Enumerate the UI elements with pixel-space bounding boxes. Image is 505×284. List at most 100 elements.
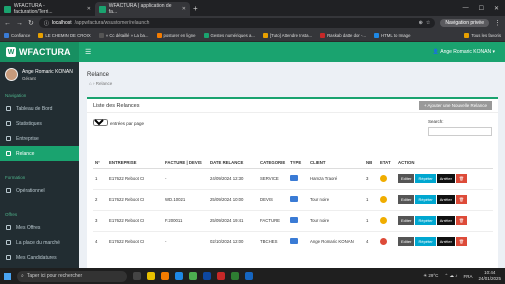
close-tab-icon[interactable]: ✕ <box>87 6 91 12</box>
email-icon <box>290 217 298 223</box>
bookmark-item[interactable]: Gestes numériques a... <box>203 33 255 39</box>
delete-button[interactable]: 🗑 <box>455 216 467 225</box>
close-tab-icon[interactable]: ✕ <box>182 6 186 12</box>
section-title: Navigation <box>5 93 27 98</box>
page-size-select[interactable]: 10 <box>93 119 108 126</box>
forward-icon[interactable]: → <box>16 20 23 27</box>
maximize-icon[interactable]: ☐ <box>479 5 484 12</box>
search-input[interactable] <box>428 127 492 136</box>
firefox-icon[interactable] <box>161 272 169 280</box>
building-icon <box>6 136 11 141</box>
zoom-icon[interactable]: ⊕ <box>419 20 423 26</box>
status-icon <box>380 237 387 245</box>
reload-icon[interactable]: ↻ <box>28 19 34 27</box>
all-bookmarks[interactable]: Tous les favoris <box>464 33 501 39</box>
sidebar-item-market[interactable]: La place du marché <box>0 235 79 250</box>
app-header: W WFACTURA ☰ 👤 Ange Romaric KONAN ▾ <box>0 42 505 62</box>
sidebar-item-operational[interactable]: Opérationnel <box>0 183 79 198</box>
stop-button[interactable]: Arrêter <box>436 174 455 183</box>
bookmark-item[interactable]: Raskab datte dor -... <box>320 33 366 39</box>
language-indicator[interactable]: FRA <box>463 274 472 279</box>
panel-title: Liste des Relances <box>93 102 140 109</box>
minimize-icon[interactable]: — <box>463 5 469 12</box>
browser-tab-1[interactable]: WFACTURA - facturation/Terri... ✕ <box>0 2 95 16</box>
section-title: Formation <box>5 175 26 180</box>
logo-icon: W <box>6 47 16 57</box>
edge-icon[interactable] <box>175 272 183 280</box>
delete-button[interactable]: 🗑 <box>455 174 467 183</box>
word-icon[interactable] <box>245 272 253 280</box>
add-relance-button[interactable]: + Ajouter une Nouvelle Relance <box>418 101 492 110</box>
bookmark-item[interactable]: Confiance <box>4 33 30 39</box>
sidebar-item-dashboard[interactable]: Tableau de Bord <box>0 101 79 116</box>
relances-panel: Liste des Relances + Ajouter une Nouvell… <box>87 97 498 268</box>
bookmark-item[interactable]: HTML to Image <box>374 33 410 39</box>
close-window-icon[interactable]: ✕ <box>494 5 499 12</box>
sidebar-toggle-icon[interactable]: ☰ <box>85 48 91 56</box>
menu-icon[interactable]: ⋮ <box>494 19 501 27</box>
edit-button[interactable]: Editer <box>398 195 415 204</box>
gear-icon <box>6 188 11 193</box>
delete-button[interactable]: 🗑 <box>455 195 467 204</box>
vscode-icon[interactable] <box>203 272 211 280</box>
app-icon[interactable] <box>217 272 225 280</box>
bookmark-item[interactable]: LE CHEMIN DE CROIX <box>38 33 91 39</box>
back-icon[interactable]: ← <box>4 20 11 27</box>
taskbar: ⌕ Taper ici pour rechercher ☀ 29°C ⌃ ☁ ♪ … <box>0 268 505 284</box>
browser-toolbar: ← → ↻ ⓘ localhost/appwfactura/wsustomer/… <box>0 16 505 30</box>
stop-button[interactable]: Arrêter <box>436 216 455 225</box>
windows-start-icon[interactable] <box>4 272 11 280</box>
private-badge[interactable]: Navigation privée <box>440 19 489 27</box>
breadcrumb: ⌂ › Relance <box>89 81 113 86</box>
bookmark-item[interactable]: [Tuto] Attendre Insta... <box>262 33 312 39</box>
status-icon <box>380 195 387 203</box>
repeat-button[interactable]: Répéter <box>415 195 436 204</box>
repeat-button[interactable]: Répéter <box>415 174 436 183</box>
chart-icon <box>6 121 11 126</box>
weather-icon[interactable]: ☀ 29°C <box>423 273 438 279</box>
sidebar-item-stats[interactable]: Statistiques <box>0 116 79 131</box>
bookmark-item[interactable]: posturer en ligne <box>156 33 196 39</box>
sidebar-item-relance[interactable]: Relance <box>0 146 79 161</box>
email-icon <box>290 238 298 245</box>
section-title: Offres <box>5 212 18 217</box>
user-menu[interactable]: 👤 Ange Romaric KONAN ▾ <box>433 49 495 55</box>
home-icon[interactable]: ⌂ <box>89 81 92 86</box>
new-tab-button[interactable]: + <box>193 4 198 13</box>
stop-button[interactable]: Arrêter <box>436 237 455 247</box>
status-icon <box>380 216 387 224</box>
chrome-icon[interactable] <box>189 272 197 280</box>
stop-button[interactable]: Arrêter <box>436 195 455 204</box>
file-icon <box>6 255 11 260</box>
browser-tab-2[interactable]: WFACTURA | application de fa... ✕ <box>95 2 190 16</box>
sidebar-item-offers[interactable]: Mes Offres <box>0 220 79 235</box>
taskbar-search[interactable]: ⌕ Taper ici pour rechercher <box>17 270 127 282</box>
repeat-button[interactable]: Répéter <box>415 237 436 247</box>
explorer-icon[interactable] <box>147 272 155 280</box>
brand-logo[interactable]: W WFACTURA <box>0 42 79 62</box>
sidebar: Ange Romaric KONAN Gérant Navigation Tabl… <box>0 62 79 268</box>
clock[interactable]: 10:44 24/01/2025 <box>478 270 501 282</box>
site-info-icon[interactable]: ⓘ <box>44 20 49 27</box>
table-row: 4 E17622 Reboot CI -02/10/2024 12:00 TBCHES… <box>93 230 493 252</box>
excel-icon[interactable] <box>231 272 239 280</box>
task-view-icon[interactable] <box>133 272 141 280</box>
edit-button[interactable]: Editer <box>398 237 415 247</box>
status-icon <box>380 174 387 182</box>
main-content: Relance ⌂ › Relance Liste des Relances +… <box>79 62 505 268</box>
edit-button[interactable]: Editer <box>398 174 415 183</box>
tray-icons[interactable]: ⌃ ☁ ♪ <box>444 273 457 279</box>
delete-button[interactable]: 🗑 <box>455 237 467 247</box>
table-row: 2 E17622 Reboot CI WD.10021 25/09/2024 10:0… <box>93 188 493 210</box>
sidebar-item-applications[interactable]: Mes Candidatures <box>0 250 79 265</box>
address-bar[interactable]: ⓘ localhost/appwfactura/wsustomer/relaun… <box>38 18 436 28</box>
sidebar-item-company[interactable]: Entreprise <box>0 131 79 146</box>
star-icon[interactable]: ☆ <box>426 20 430 26</box>
edit-button[interactable]: Editer <box>398 216 415 225</box>
favicon-icon <box>99 5 106 13</box>
repeat-button[interactable]: Répéter <box>415 216 436 225</box>
search-icon: ⌕ <box>21 273 24 279</box>
page-title: Relance <box>87 72 110 78</box>
briefcase-icon <box>6 225 11 230</box>
bookmark-item[interactable]: « Cc détaillé » La ba... <box>98 33 149 39</box>
